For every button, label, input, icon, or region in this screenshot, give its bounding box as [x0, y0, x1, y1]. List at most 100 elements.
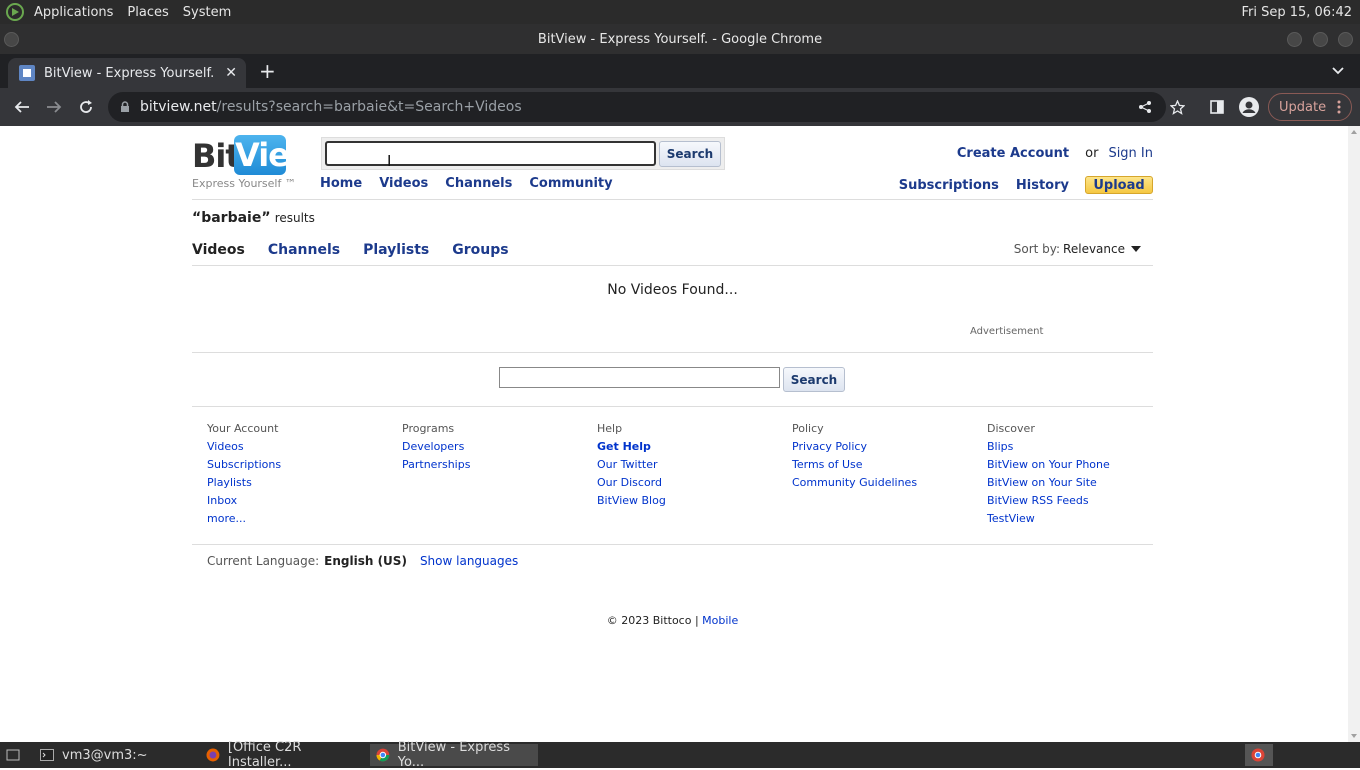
side-panel-icon[interactable] — [1207, 97, 1227, 117]
footer-search-input[interactable] — [499, 367, 780, 388]
new-tab-icon[interactable]: + — [259, 61, 276, 81]
subscriptions-link[interactable]: Subscriptions — [899, 178, 999, 193]
footer-link-rss[interactable]: BitView RSS Feeds — [987, 494, 1182, 507]
footer-heading: Policy — [792, 422, 824, 435]
tab-videos[interactable]: Videos — [192, 242, 245, 258]
maximize-icon[interactable] — [1313, 32, 1328, 47]
copyright: © 2023 Bittoco | Mobile — [192, 614, 1153, 627]
header-search-input[interactable] — [325, 141, 656, 166]
reload-icon[interactable] — [76, 97, 96, 117]
footer-link-developers[interactable]: Developers — [402, 440, 597, 453]
menu-system[interactable]: System — [176, 5, 238, 20]
main-nav: Home Videos Channels Community — [320, 176, 630, 191]
content-divider — [192, 352, 1153, 353]
footer-link-get-help[interactable]: Get Help — [597, 440, 792, 453]
tray-chrome-icon[interactable] — [1245, 744, 1273, 766]
upload-button[interactable]: Upload — [1085, 176, 1153, 194]
footer-link-guidelines[interactable]: Community Guidelines — [792, 476, 987, 489]
favicon-icon — [19, 65, 35, 81]
account-links: Create Account or Sign In — [957, 146, 1153, 161]
footer-link-terms[interactable]: Terms of Use — [792, 458, 987, 471]
minimize-icon[interactable] — [1287, 32, 1302, 47]
update-label: Update — [1279, 99, 1327, 115]
footer-heading: Programs — [402, 422, 455, 435]
gnome-foot-icon[interactable] — [5, 2, 25, 22]
results-heading: “barbaie” results — [192, 210, 315, 226]
footer-link-blog[interactable]: BitView Blog — [597, 494, 792, 507]
scroll-down-icon[interactable] — [1351, 734, 1357, 738]
footer-link-inbox[interactable]: Inbox — [207, 494, 402, 507]
footer-link-site[interactable]: BitView on Your Site — [987, 476, 1182, 489]
nav-videos[interactable]: Videos — [379, 176, 428, 191]
footer-link-testview[interactable]: TestView — [987, 512, 1182, 525]
forward-icon[interactable] — [44, 97, 64, 117]
user-nav: Subscriptions History Upload — [882, 176, 1153, 194]
footer-links: Your Account Videos Subscriptions Playli… — [207, 422, 1182, 530]
create-account-link[interactable]: Create Account — [957, 146, 1069, 161]
footer-link-more[interactable]: more... — [207, 512, 402, 525]
firefox-icon — [206, 748, 220, 762]
sort-label: Sort by: — [1013, 242, 1061, 256]
results-suffix: results — [274, 211, 315, 225]
history-link[interactable]: History — [1016, 178, 1069, 193]
language-label: Current Language: — [207, 554, 320, 568]
footer-link-partnerships[interactable]: Partnerships — [402, 458, 597, 471]
url-path: /results?search=barbaie&t=Search+Videos — [216, 99, 522, 115]
footer-link-subscriptions[interactable]: Subscriptions — [207, 458, 402, 471]
footer-link-blips[interactable]: Blips — [987, 440, 1182, 453]
sort-value: Relevance — [1063, 242, 1125, 256]
footer-heading: Discover — [987, 422, 1035, 435]
tab-groups[interactable]: Groups — [452, 242, 508, 258]
taskbar-item-firefox[interactable]: [Office C2R Installer... — [200, 740, 368, 770]
tab-close-icon[interactable]: ✕ — [225, 65, 237, 81]
profile-avatar-icon[interactable] — [1239, 97, 1259, 117]
back-icon[interactable] — [12, 97, 32, 117]
window-menu-icon[interactable] — [4, 32, 19, 47]
footer-link-discord[interactable]: Our Discord — [597, 476, 792, 489]
show-desktop-icon[interactable] — [0, 744, 24, 766]
menu-applications[interactable]: Applications — [27, 5, 120, 20]
tab-channels[interactable]: Channels — [268, 242, 340, 258]
taskbar-item-terminal[interactable]: vm3@vm3:~ — [34, 744, 198, 766]
chrome-menu-icon[interactable] — [1329, 97, 1349, 117]
sign-in-link[interactable]: Sign In — [1108, 146, 1153, 161]
bitview-logo[interactable]: Bit View Express Yourself ™ — [192, 135, 318, 191]
bookmark-star-icon[interactable] — [1167, 97, 1187, 117]
tab-playlists[interactable]: Playlists — [363, 242, 429, 258]
footer-column-policy: Policy Privacy Policy Terms of Use Commu… — [792, 422, 987, 530]
tab-search-icon[interactable] — [1332, 64, 1344, 76]
footer-link-privacy[interactable]: Privacy Policy — [792, 440, 987, 453]
show-languages-link[interactable]: Show languages — [420, 554, 518, 568]
clock[interactable]: Fri Sep 15, 06:42 — [1241, 5, 1360, 20]
terminal-icon — [40, 749, 54, 761]
taskbar-item-chrome[interactable]: BitView - Express Yo... — [370, 740, 538, 770]
nav-home[interactable]: Home — [320, 176, 362, 191]
tab-title: BitView - Express Yourself. — [44, 65, 215, 81]
browser-tab[interactable]: BitView - Express Yourself. ✕ — [8, 58, 246, 88]
language-bar: Current Language: English (US) Show lang… — [207, 554, 518, 568]
address-bar[interactable]: bitview.net /results?search=barbaie&t=Se… — [108, 92, 1166, 122]
taskbar-label: BitView - Express Yo... — [397, 740, 510, 770]
footer-link-playlists[interactable]: Playlists — [207, 476, 402, 489]
url-host: bitview.net — [140, 99, 217, 115]
text-cursor-icon: I — [387, 152, 392, 170]
lock-icon[interactable] — [120, 101, 130, 113]
header-search-button[interactable]: Search — [659, 141, 721, 167]
mobile-link[interactable]: Mobile — [702, 614, 738, 627]
page-scrollbar[interactable] — [1348, 126, 1360, 742]
footer-link-twitter[interactable]: Our Twitter — [597, 458, 792, 471]
language-divider — [192, 544, 1153, 545]
menu-places[interactable]: Places — [120, 5, 175, 20]
close-window-icon[interactable] — [1338, 32, 1353, 47]
footer-search-button[interactable]: Search — [783, 367, 845, 392]
footer-link-phone[interactable]: BitView on Your Phone — [987, 458, 1182, 471]
browser-toolbar: bitview.net /results?search=barbaie&t=Se… — [0, 88, 1360, 126]
nav-community[interactable]: Community — [529, 176, 612, 191]
footer-link-videos[interactable]: Videos — [207, 440, 402, 453]
scroll-up-icon[interactable] — [1351, 130, 1357, 134]
header-divider — [192, 199, 1153, 200]
share-icon[interactable] — [1135, 97, 1155, 117]
sort-by-dropdown[interactable]: Sort by: Relevance — [1014, 242, 1141, 256]
or-text: or — [1085, 146, 1099, 161]
nav-channels[interactable]: Channels — [445, 176, 512, 191]
